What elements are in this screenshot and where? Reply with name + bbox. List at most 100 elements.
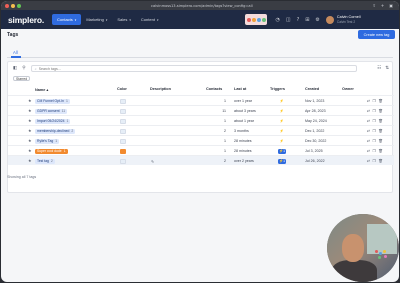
trash-icon[interactable]: 🗑 — [378, 109, 385, 113]
starred-filter-chip[interactable]: Starred — [13, 76, 31, 81]
chat-icon[interactable]: ◔ — [275, 17, 279, 23]
triggers-badge[interactable]: ⚡ — [278, 119, 286, 124]
tabs-overview-icon[interactable]: ▣ — [389, 3, 393, 8]
color-swatch[interactable] — [120, 128, 126, 134]
star-icon[interactable]: ★ — [28, 128, 32, 133]
triggers-badge[interactable]: ⚡ — [278, 109, 286, 114]
star-icon[interactable]: ★ — [28, 158, 32, 163]
table-row[interactable]: ★ Rylie's Tag 1 1 28 minutes ⚡ Dec 30, 2022 ⇄❐🗑 — [8, 135, 394, 145]
trash-icon[interactable]: 🗑 — [378, 99, 385, 103]
tag-chip[interactable]: Import 05/24/2024 1 — [35, 118, 71, 124]
color-swatch[interactable] — [120, 98, 126, 104]
star-icon[interactable]: ★ — [28, 118, 32, 123]
columns-icon[interactable]: ☷ — [377, 66, 381, 71]
created-date: Nov 1, 2023 — [305, 99, 325, 103]
color-swatch[interactable] — [120, 158, 126, 164]
contacts-count[interactable]: 1 — [218, 99, 226, 103]
triggers-badge[interactable]: ⚡ — [278, 139, 286, 144]
address-bar[interactable]: calvinmoss13.simplero.com/admin/tags?vie… — [151, 4, 253, 8]
tag-chip[interactable]: Test tag 2 — [35, 158, 55, 164]
triggers-badge[interactable]: ⚡1 — [278, 158, 286, 164]
table-row[interactable]: ★ GDPR consent 11 11 about 3 years ⚡ Apr 28, 2… — [8, 105, 394, 115]
notifications-icon[interactable]: ◫ — [286, 17, 291, 23]
create-new-tag-button[interactable]: Create new tag — [358, 30, 395, 39]
star-icon[interactable]: ★ — [28, 148, 32, 153]
table-row[interactable]: ★ Super cool dude 1 1 28 minutes ⚡1 Jul 3, 202… — [8, 145, 394, 155]
triggers-badge[interactable]: ⚡ — [278, 129, 286, 134]
column-name[interactable]: Name ▴ — [35, 87, 48, 92]
apps-icon[interactable]: ⊞ — [305, 17, 309, 23]
trash-icon[interactable]: 🗑 — [378, 159, 385, 163]
color-swatch[interactable] — [120, 108, 126, 114]
user-subtitle: Calvin Test 2 — [336, 19, 356, 24]
trash-icon[interactable]: 🗑 — [378, 119, 385, 123]
column-owner[interactable]: Owner — [342, 87, 354, 91]
tag-count: 1 — [66, 118, 69, 123]
help-icon[interactable]: ? — [297, 17, 300, 23]
table-header: Name ▴ Color Description Contacts Last a… — [8, 85, 394, 93]
column-contacts[interactable]: Contacts — [206, 87, 222, 91]
new-tab-icon[interactable]: + — [381, 3, 384, 8]
trash-icon[interactable]: 🗑 — [378, 139, 385, 143]
contacts-count[interactable]: 1 — [218, 149, 226, 153]
tab-all[interactable]: All — [13, 50, 18, 55]
table-row[interactable]: ★ Import 05/24/2024 1 1 about 1 year ⚡ May 24,… — [8, 115, 394, 125]
edit-description-icon[interactable]: ✎ — [151, 159, 154, 164]
trash-icon[interactable]: 🗑 — [378, 149, 385, 153]
star-icon[interactable]: ★ — [28, 108, 32, 113]
tag-chip[interactable]: Rylie's Tag 1 — [35, 138, 60, 144]
triggers-badge[interactable]: ⚡ — [278, 99, 286, 104]
tag-chip[interactable]: GDPR consent 11 — [35, 108, 68, 114]
close-window-button[interactable] — [5, 3, 9, 8]
top-navigation: simplero. Contacts ▾ Marketing ▾ Sales ▾ Co… — [1, 10, 399, 29]
contacts-count[interactable]: 2 — [218, 159, 226, 163]
sort-icon[interactable]: ⇅ — [385, 66, 389, 71]
app-window: calvinmoss13.simplero.com/admin/tags?vie… — [1, 1, 399, 282]
color-swatch[interactable] — [120, 148, 126, 154]
sidebar-toggle-icon[interactable]: ◧ — [13, 66, 17, 71]
column-created[interactable]: Created — [305, 87, 319, 91]
column-last-at[interactable]: Last at — [234, 87, 246, 91]
row-actions: ⇄❐🗑 — [367, 159, 385, 163]
nav-content-label: Content — [140, 17, 155, 22]
created-date: Dec 30, 2022 — [305, 139, 327, 143]
contacts-count[interactable]: 11 — [218, 109, 226, 113]
table-row[interactable]: ★ CM Funnel Opt-In 1 1 over 1 year ⚡ Nov 1, 20… — [8, 95, 394, 105]
gear-icon[interactable]: ⚙ — [315, 17, 319, 23]
minimize-window-button[interactable] — [11, 3, 15, 8]
maximize-window-button[interactable] — [17, 3, 21, 8]
star-icon[interactable]: ★ — [28, 138, 32, 143]
column-color[interactable]: Color — [117, 87, 127, 91]
contacts-count[interactable]: 1 — [218, 139, 226, 143]
color-swatch[interactable] — [120, 138, 126, 144]
triggers-badge[interactable]: ⚡1 — [278, 148, 286, 154]
search-input[interactable] — [38, 66, 339, 71]
search-box[interactable]: ⌕ — [30, 65, 357, 72]
color-swatch[interactable] — [120, 118, 126, 124]
star-icon[interactable]: ★ — [28, 98, 32, 103]
simplero-logo[interactable]: simplero. — [8, 15, 44, 25]
view-tabs: All — [7, 48, 393, 58]
table-row[interactable]: ★ Test tag 2 ✎ 2 over 2 years ⚡1 Jul 26, 2022 ⇄❐… — [8, 155, 394, 165]
tag-chip[interactable]: membership-declined 2 — [35, 128, 76, 134]
column-description[interactable]: Description — [150, 87, 171, 91]
user-name: Calvin Cornell — [336, 15, 361, 20]
user-menu[interactable]: Calvin Cornell Calvin Test 2 — [325, 15, 361, 24]
tag-chip[interactable]: Super cool dude 1 — [35, 148, 68, 154]
filter-icon[interactable]: ⚲ — [22, 66, 25, 71]
contacts-count[interactable]: 2 — [218, 129, 226, 133]
nav-contacts[interactable]: Contacts ▾ — [52, 14, 82, 25]
last-at: about 3 years — [234, 109, 256, 113]
promo-badge[interactable] — [245, 14, 268, 25]
tag-chip[interactable]: CM Funnel Opt-In 1 — [35, 98, 70, 104]
trash-icon[interactable]: 🗑 — [378, 129, 385, 133]
table-row[interactable]: ★ membership-declined 2 2 3 months ⚡ Dec 1, 20… — [8, 125, 394, 135]
share-icon[interactable]: ⇪ — [373, 3, 376, 8]
column-triggers[interactable]: Triggers — [270, 87, 285, 91]
nav-marketing[interactable]: Marketing ▾ — [81, 14, 112, 25]
nav-content[interactable]: Content ▾ — [136, 14, 164, 25]
nav-sales-label: Sales — [117, 17, 128, 22]
created-date: Jul 3, 2025 — [305, 149, 323, 153]
contacts-count[interactable]: 1 — [218, 119, 226, 123]
nav-sales[interactable]: Sales ▾ — [112, 14, 136, 25]
